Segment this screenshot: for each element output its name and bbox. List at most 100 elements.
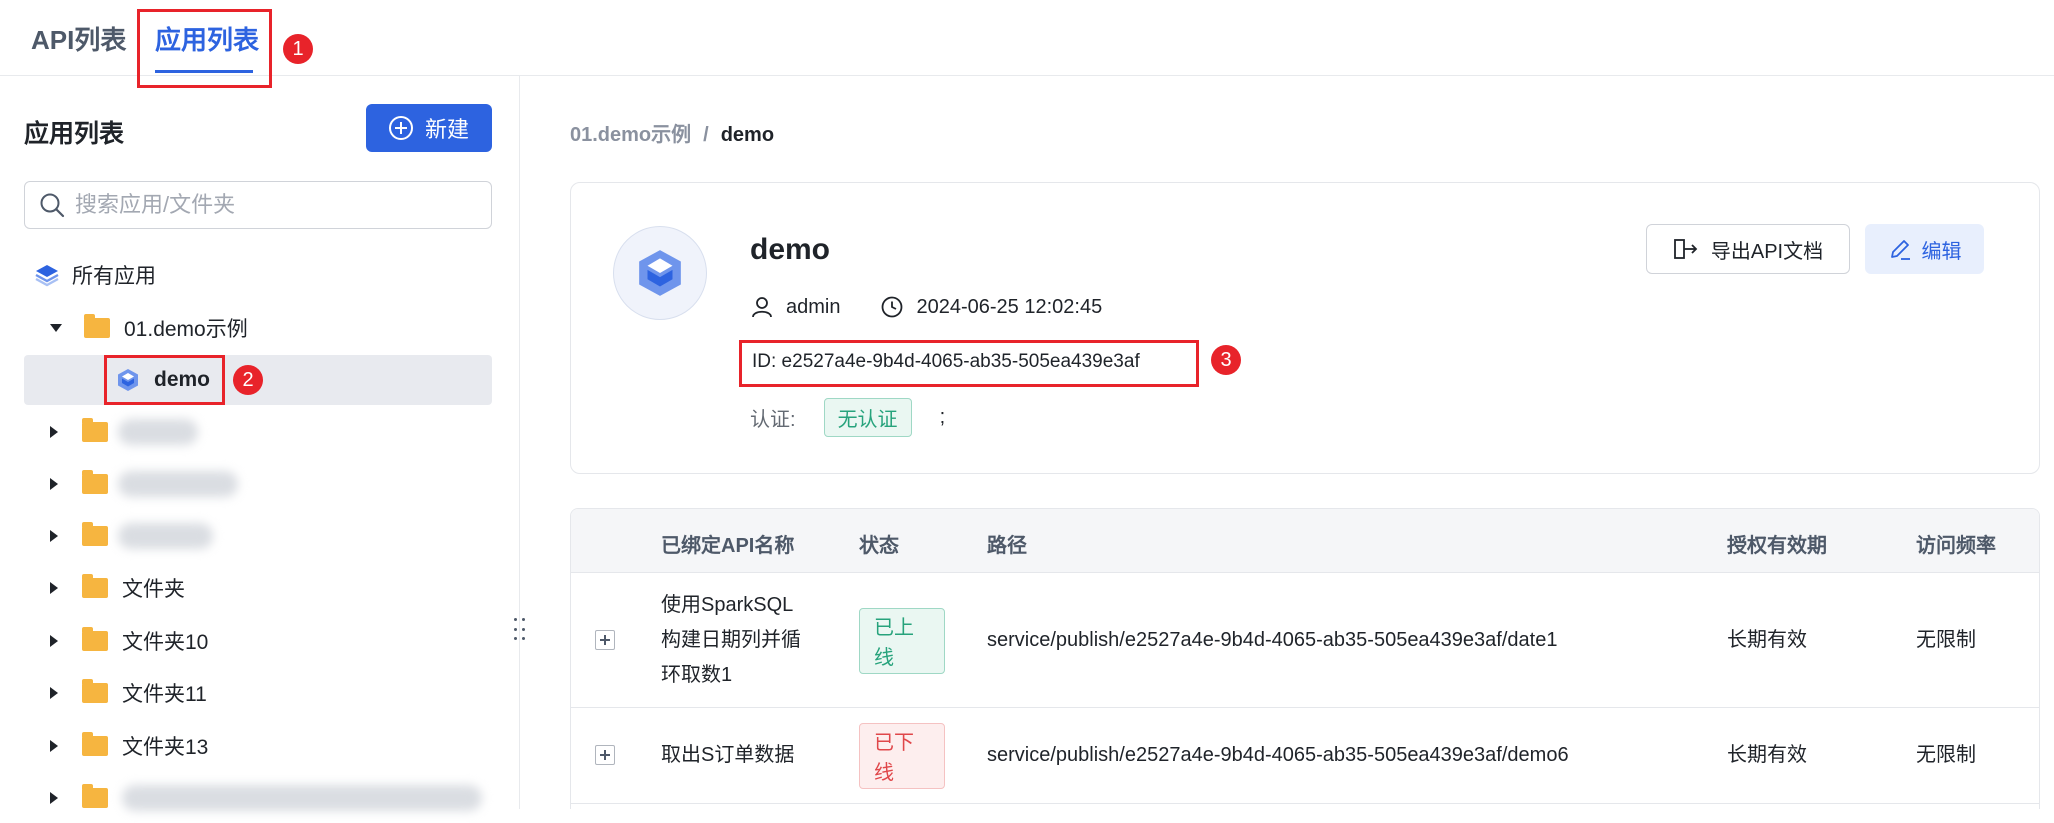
expand-row-button[interactable] [595,630,615,650]
auth-info: 认证: 无认证 ; [750,398,945,437]
api-name-line: 构建日期列并循 [661,629,801,651]
tree-folder[interactable]: 文件夹11 [24,668,492,718]
edit-button[interactable]: 编辑 [1865,224,1984,274]
tree-folder-label: 文件夹11 [122,683,207,706]
user-icon [752,297,772,318]
folder-icon [84,314,110,338]
sidebar-resize-handle[interactable] [514,618,526,644]
api-path-cell: service/publish/e2527a4e-9b4d-4065-ab35-… [987,629,1558,651]
tree-folder[interactable]: 文件夹13 [24,721,492,771]
validity-cell: 长期有效 [1727,629,1807,651]
redacted-folder-name [118,419,198,445]
breadcrumb: 01.demo示例 / demo [570,118,774,147]
app-meta: admin 2024-06-25 12:02:45 [750,295,1102,319]
export-icon [1673,239,1698,259]
caret-right-icon[interactable] [50,582,58,594]
expand-row-button[interactable] [595,745,615,765]
export-api-doc-button[interactable]: 导出API文档 [1646,224,1850,274]
caret-right-icon[interactable] [50,792,58,804]
auth-suffix: ; [939,406,946,428]
export-api-doc-label: 导出API文档 [1710,240,1824,263]
table-row: 使用SparkSQL 构建日期列并循 环取数1 已上 线 service/pub… [571,573,2039,708]
status-line: 已下 [874,732,914,754]
column-header-validity: 授权有效期 [1727,535,1827,557]
column-header-rate: 访问频率 [1916,535,1996,557]
status-line: 已上 [874,617,914,639]
tree-folder[interactable]: 文件夹 [24,563,492,613]
column-header-name: 已绑定API名称 [661,535,795,557]
folder-icon [82,679,108,703]
search-input[interactable] [75,192,475,218]
rate-cell: 无限制 [1916,629,1976,651]
new-app-label: 新建 [424,117,469,142]
tree-folder-blurred[interactable] [24,459,492,509]
tree-item-all-apps[interactable]: 所有应用 [24,250,492,300]
redacted-folder-name [118,523,213,549]
layers-icon [35,265,59,287]
tab-api-list[interactable]: API列表 [31,20,126,57]
column-header-path: 路径 [987,535,1027,557]
app-owner: admin [786,295,841,318]
annotation-box-2 [104,355,225,405]
app-created-time: 2024-06-25 12:02:45 [916,295,1103,318]
annotation-badge-1: 1 [283,34,313,64]
annotation-badge-2: 2 [233,365,263,395]
caret-right-icon[interactable] [50,426,58,438]
tree-group-demo[interactable]: 01.demo示例 [24,303,492,353]
tree-folder-label: 文件夹13 [122,736,209,759]
tree-folder-label: 文件夹 [122,578,185,601]
tree-group-label: 01.demo示例 [124,318,248,341]
api-name-cell: 取出S订单数据 [661,738,794,773]
folder-icon [82,470,108,494]
folder-icon [82,627,108,651]
table-header: 已绑定API名称 状态 路径 授权有效期 访问频率 [571,509,2039,573]
api-name-cell: 使用SparkSQL 构建日期列并循 环取数1 [661,588,801,693]
api-name-line: 环取数1 [661,664,733,686]
annotation-box-3 [739,340,1199,387]
app-name: demo [750,233,831,266]
api-path-cell: service/publish/e2527a4e-9b4d-4065-ab35-… [987,744,1569,766]
edit-label: 编辑 [1921,240,1962,263]
caret-right-icon[interactable] [50,740,58,752]
app-avatar [613,226,707,320]
search-icon [40,193,65,218]
status-badge-offline: 已下 线 [859,723,945,789]
app-cube-icon [639,250,681,296]
folder-icon [82,574,108,598]
redacted-folder-name [122,785,482,811]
folder-icon [82,522,108,546]
breadcrumb-parent[interactable]: 01.demo示例 [570,124,691,146]
caret-right-icon[interactable] [50,635,58,647]
auth-label: 认证: [750,409,796,431]
sidebar-title: 应用列表 [24,120,125,148]
redacted-folder-name [118,471,238,497]
new-app-button[interactable]: 新建 [366,104,492,152]
api-name-line: 取出S订单数据 [661,744,795,766]
table-row: 取出S订单数据 已下 线 service/publish/e2527a4e-9b… [571,708,2039,804]
tree-folder-blurred[interactable] [24,773,492,823]
column-header-status: 状态 [859,535,899,557]
app-info-card: demo admin 2024-06-25 12:02:45 ID: e2527… [570,182,2040,474]
auth-tag: 无认证 [823,398,912,437]
plus-circle-icon [388,116,413,140]
status-line: 线 [874,647,894,669]
tree-folder[interactable]: 文件夹10 [24,616,492,666]
edit-icon [1890,240,1910,260]
annotation-badge-3: 3 [1211,345,1241,375]
tree-folder-blurred[interactable] [24,511,492,561]
tree-item-all-apps-label: 所有应用 [72,265,156,288]
status-badge-online: 已上 线 [859,608,945,674]
caret-right-icon[interactable] [50,478,58,490]
folder-icon [82,418,108,442]
caret-right-icon[interactable] [50,530,58,542]
search-box[interactable] [24,181,492,229]
folder-icon [82,732,108,756]
validity-cell: 长期有效 [1727,744,1807,766]
rate-cell: 无限制 [1916,744,1976,766]
api-name-line: 使用SparkSQL [661,594,794,616]
folder-icon [82,784,108,808]
caret-right-icon[interactable] [50,687,58,699]
caret-down-icon[interactable] [50,324,62,332]
tree-folder-blurred[interactable] [24,407,492,457]
breadcrumb-current: demo [720,124,775,146]
